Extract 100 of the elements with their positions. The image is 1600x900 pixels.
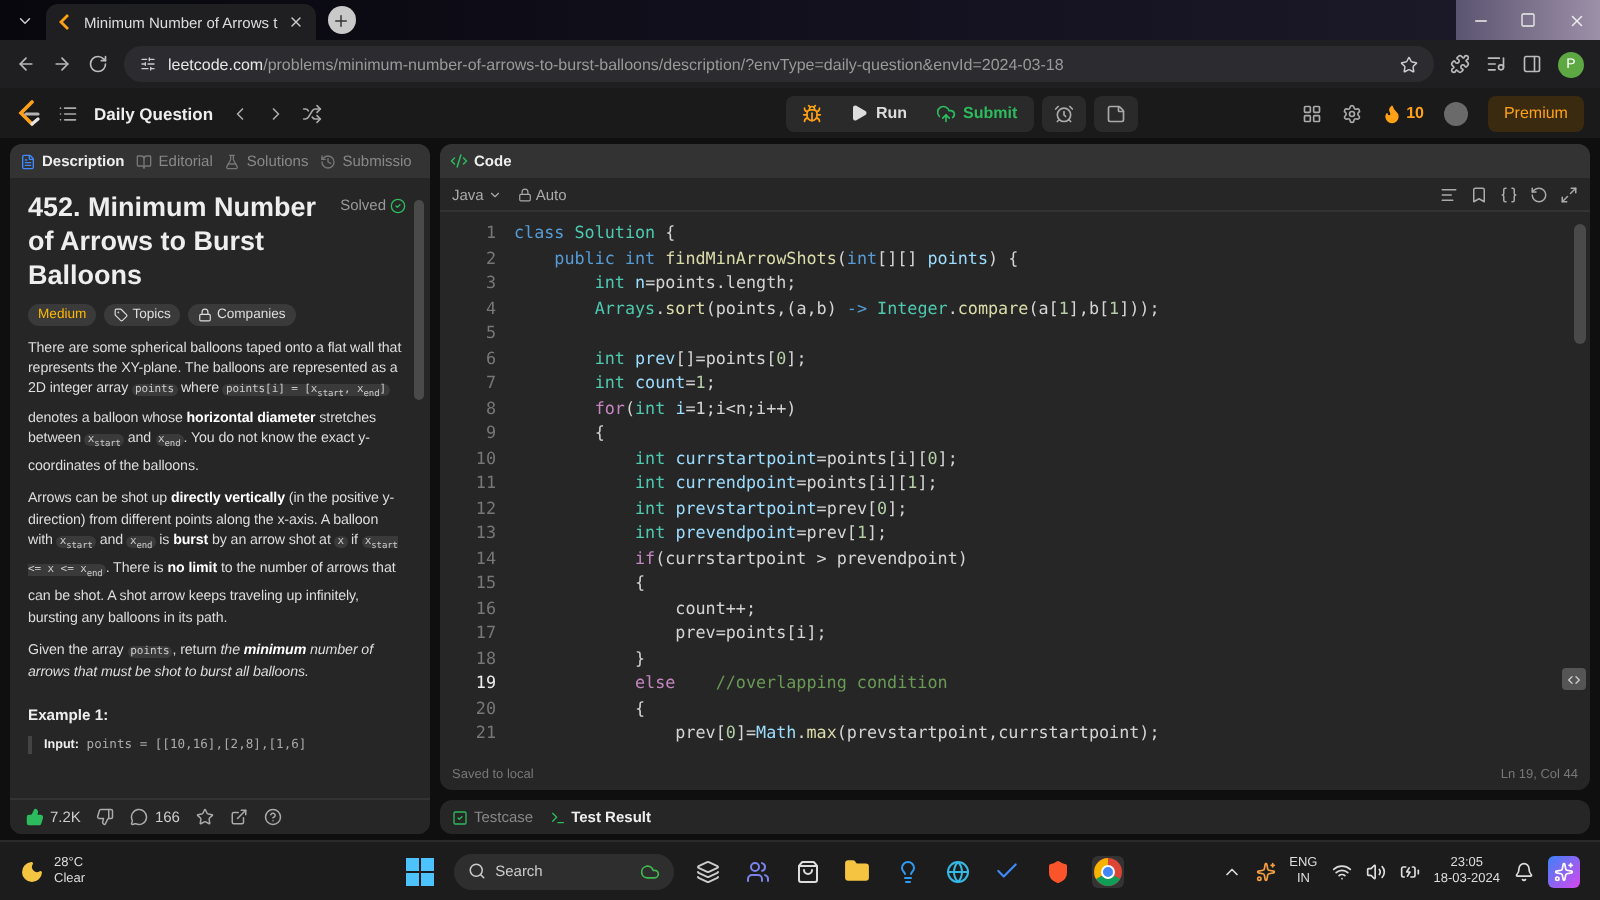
timer-button[interactable]	[1041, 95, 1086, 131]
windows-logo-icon	[405, 857, 434, 885]
volume-icon[interactable]	[1365, 861, 1386, 881]
file-explorer-button[interactable]	[841, 855, 874, 887]
reset-icon[interactable]	[1530, 185, 1548, 203]
code-line: Arrays.sort(points,(a,b) -> Integer.compare(a[1],b[1]));	[592, 295, 1160, 320]
browser-taskbar-button[interactable]	[1091, 855, 1124, 887]
back-button[interactable]	[16, 54, 36, 74]
battery-icon[interactable]	[1399, 861, 1420, 881]
code-line: }	[633, 645, 646, 670]
bookmark-icon[interactable]	[1470, 185, 1488, 203]
notes-button[interactable]	[1093, 95, 1138, 131]
weather-moon-icon	[20, 859, 44, 883]
favicon-icon	[58, 14, 74, 30]
expand-icon[interactable]	[1560, 185, 1578, 203]
code-line: public int findMinArrowShots(int[][] points) {	[552, 245, 1019, 270]
code-icon	[450, 152, 468, 170]
code-line: if(currstartpoint > prevendpoint)	[633, 545, 968, 570]
wifi-icon[interactable]	[1331, 861, 1352, 881]
cloud-upload-icon	[935, 103, 956, 123]
code-line: int prevendpoint=prev[1];	[633, 520, 888, 545]
line-number: 10	[473, 445, 496, 470]
problem-title: 452. Minimum Number of Arrows to Burst Balloons	[28, 190, 318, 292]
side-panel-icon	[1522, 54, 1542, 74]
submit-button[interactable]: Submit	[923, 95, 1030, 131]
sparkles-icon	[1553, 861, 1574, 881]
line-number: 4	[483, 295, 496, 320]
code-line: int prevstartpoint=prev[0];	[633, 495, 908, 520]
line-number: 5	[483, 320, 496, 345]
problem-list-icon[interactable]	[58, 103, 78, 123]
arrow-right-icon	[52, 54, 72, 74]
forward-button[interactable]	[52, 54, 72, 74]
square-icon	[1520, 12, 1536, 28]
code-line: {	[633, 695, 646, 720]
streak-counter[interactable]: 10	[1382, 103, 1424, 123]
collapse-button[interactable]	[1562, 668, 1586, 690]
task-view-button[interactable]	[691, 855, 724, 887]
plus-icon	[332, 11, 351, 29]
share-icon[interactable]	[229, 808, 248, 826]
notifications-icon[interactable]	[1513, 861, 1534, 881]
line-number: 9	[483, 420, 496, 445]
line-number: 13	[473, 520, 496, 545]
tray-app-icon[interactable]	[1255, 861, 1276, 881]
shield-icon	[1045, 859, 1070, 883]
media-button[interactable]	[1486, 54, 1506, 74]
lock-icon	[198, 308, 213, 322]
line-number: 20	[473, 695, 496, 720]
line-number: 7	[483, 370, 496, 395]
code-line: prev=points[i];	[673, 620, 827, 645]
play-icon	[849, 104, 868, 122]
folder-icon	[844, 858, 871, 884]
shuffle-icon[interactable]	[301, 103, 322, 123]
reload-button[interactable]	[88, 54, 108, 74]
code-line: int count=1;	[592, 370, 716, 395]
scrollbar	[1574, 224, 1586, 344]
globe-icon	[945, 859, 970, 883]
start-button[interactable]	[403, 855, 436, 887]
address-field[interactable]: leetcode.com/problems/minimum-number-of-arrows-to-burst-balloons/description/?envType=daily-question&envId=2024-03-18	[124, 46, 1434, 82]
bookmark-star-icon[interactable]	[1400, 55, 1418, 73]
document-icon	[20, 153, 36, 169]
code-line: else //overlapping condition	[633, 670, 948, 695]
reload-icon	[88, 54, 108, 74]
code-line: {	[633, 570, 646, 595]
code-line: class Solution {	[514, 220, 676, 245]
line-number: 14	[473, 545, 496, 570]
code-line: count++;	[673, 595, 757, 620]
flask-icon	[224, 153, 241, 169]
chevron-down-icon	[487, 187, 502, 201]
line-number: 15	[473, 570, 496, 595]
favorite-icon[interactable]	[195, 808, 214, 826]
search-icon	[467, 862, 486, 880]
help-icon[interactable]	[263, 808, 282, 826]
cloud-icon	[639, 861, 660, 881]
layout-icon[interactable]	[1302, 103, 1323, 123]
new-tab-button[interactable]	[327, 6, 356, 34]
daily-question-link[interactable]: Daily Question	[94, 103, 214, 123]
close-icon[interactable]	[287, 14, 304, 30]
line-number: 1	[483, 220, 496, 245]
braces-icon[interactable]	[1500, 185, 1518, 203]
format-icon[interactable]	[1440, 185, 1458, 203]
code-line: for(int i=1;i<n;i++)	[592, 395, 797, 420]
settings-icon[interactable]	[1342, 103, 1363, 123]
dislike-icon[interactable]	[96, 808, 115, 826]
web-browser-button[interactable]	[941, 855, 974, 887]
arrows-left-right-icon	[1566, 671, 1582, 687]
line-number: 17	[473, 620, 496, 645]
premium-button[interactable]: Premium	[1487, 95, 1584, 131]
line-number: 18	[473, 645, 496, 670]
book-icon	[136, 153, 153, 169]
check-circle-icon	[390, 197, 406, 213]
run-button[interactable]: Run	[837, 95, 920, 131]
line-number: 3	[483, 270, 496, 295]
terminal-icon	[549, 809, 566, 825]
user-avatar[interactable]	[1443, 101, 1468, 125]
music-list-icon	[1486, 54, 1506, 74]
line-number: 8	[483, 395, 496, 420]
line-number: 2	[483, 245, 496, 270]
side-panel-button[interactable]	[1522, 54, 1542, 74]
lightbulb-icon	[895, 859, 920, 883]
extensions-button[interactable]	[1450, 54, 1470, 74]
